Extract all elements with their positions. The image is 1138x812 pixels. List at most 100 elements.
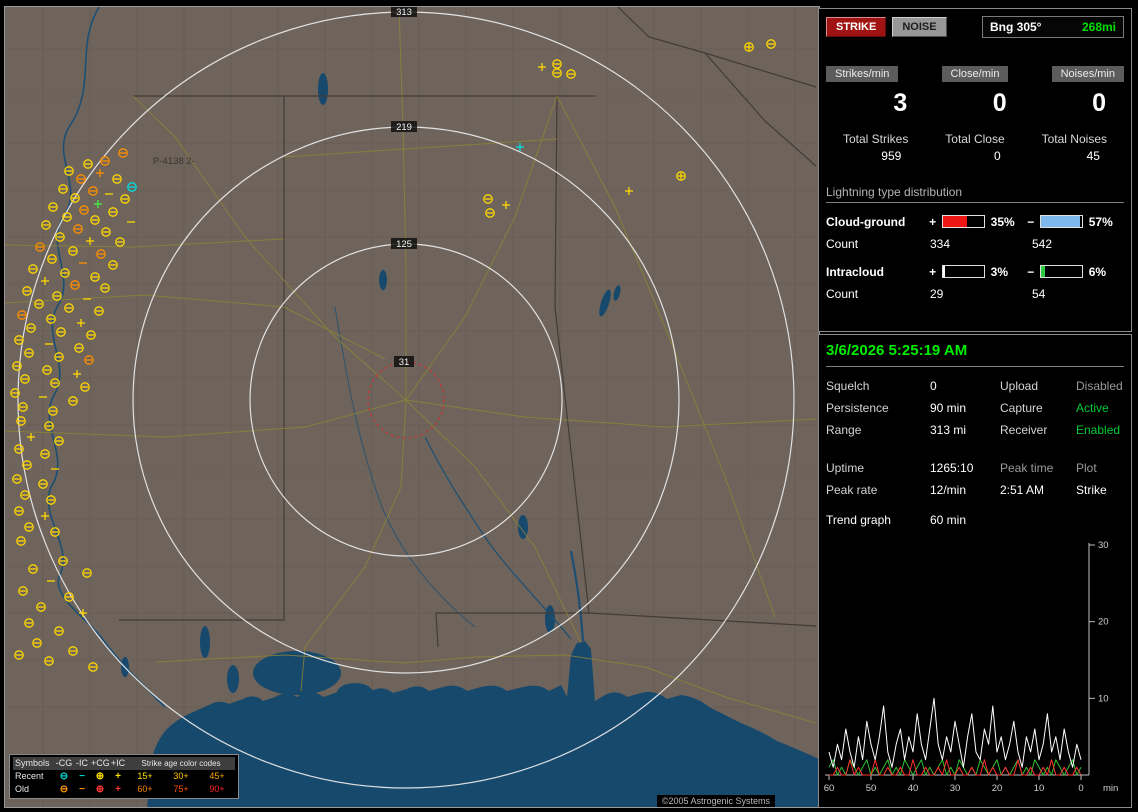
total-strikes-label: Total Strikes — [842, 131, 909, 146]
svg-text:20: 20 — [992, 783, 1003, 794]
cg-negative-pct: 57% — [1088, 214, 1113, 229]
trend-graph-label: Trend graph — [826, 513, 891, 527]
legend-old-label: Old — [15, 784, 30, 794]
map-legend: Symbols -CG -IC +CG +IC Strike age color… — [9, 754, 239, 799]
cloud-ground-label: Cloud-ground — [826, 214, 906, 229]
svg-text:313: 313 — [396, 7, 412, 18]
ic-negative-count: 54 — [1032, 286, 1046, 301]
svg-text:10: 10 — [1034, 783, 1045, 794]
old-neg-ic-icon: − — [79, 784, 85, 795]
plus-sign: + — [929, 214, 937, 229]
lightning-map[interactable]: 31 125 219 313 P-4138 2- Symbols -CG -IC +C… — [4, 6, 820, 808]
minus-sign: − — [1027, 214, 1035, 229]
svg-text:50: 50 — [866, 783, 877, 794]
old-pos-cg-icon: ⊕ — [95, 784, 105, 795]
receiver-label: Receiver — [1000, 423, 1048, 437]
range-label: Range — [826, 423, 862, 437]
svg-text:min: min — [1103, 783, 1118, 794]
age-75: 75+ — [173, 784, 189, 794]
strikes-per-min-chip: Strikes/min — [826, 66, 899, 82]
plot-value: Strike — [1076, 483, 1107, 497]
legend-symbols-header: Symbols — [13, 757, 55, 770]
svg-text:31: 31 — [399, 357, 410, 368]
trend-graph: 10 20 30 60 50 40 30 20 10 0 min — [824, 540, 1119, 794]
peak-time-label: Peak time — [1000, 461, 1054, 475]
age-15: 15+ — [137, 771, 153, 781]
svg-text:0: 0 — [1078, 783, 1083, 794]
squelch-label: Squelch — [826, 379, 870, 393]
svg-text:125: 125 — [396, 239, 412, 250]
ic-positive-count: 29 — [930, 286, 944, 301]
bearing-readout: Bng 305° 268mi — [982, 16, 1124, 38]
total-close-value: 0 — [993, 148, 1001, 163]
age-30: 30+ — [173, 771, 189, 781]
upload-status: Disabled — [1076, 379, 1123, 393]
distribution-title: Lightning type distribution — [826, 185, 1124, 203]
svg-text:10: 10 — [1098, 693, 1109, 704]
persistence-value: 90 min — [930, 401, 967, 415]
bearing-label: Bng 305° — [990, 20, 1042, 34]
recent-pos-cg-icon: ⊕ — [95, 771, 105, 782]
map-canvas: 31 125 219 313 P-4138 2- — [5, 7, 819, 807]
total-noises-value: 45 — [1086, 148, 1100, 163]
svg-text:20: 20 — [1098, 617, 1109, 628]
upload-label: Upload — [1000, 379, 1039, 393]
capture-status: Active — [1076, 401, 1109, 415]
divider — [826, 366, 1124, 367]
ic-positive-bar-fill — [942, 266, 945, 277]
recent-pos-ic-icon: + — [115, 771, 121, 782]
range-value: 313 mi — [930, 423, 967, 437]
cg-negative-bar — [1039, 215, 1083, 228]
squelch-value: 0 — [930, 379, 937, 393]
cg-positive-pct: 35% — [990, 214, 1015, 229]
cg-count-label: Count — [826, 236, 859, 251]
strike-toggle-button[interactable]: STRIKE — [826, 17, 887, 37]
minus-sign: − — [1027, 264, 1035, 279]
status-panel: 3/6/2026 5:25:19 AM Squelch 0 Upload Dis… — [818, 334, 1132, 808]
strikes-per-min-value: 3 — [893, 89, 908, 117]
old-neg-cg-icon: ⊖ — [59, 784, 69, 795]
peak-time-value: 2:51 AM — [1000, 483, 1045, 497]
cg-positive-count: 334 — [930, 236, 951, 251]
recent-neg-ic-icon: − — [79, 771, 85, 782]
legend-age-title: Strike age color codes — [127, 757, 235, 770]
map-text-labels: P-4138 2- — [153, 156, 195, 167]
total-noises-label: Total Noises — [1041, 131, 1107, 146]
svg-text:30: 30 — [950, 783, 961, 794]
legend-col-neg-cg: -CG — [55, 757, 73, 770]
close-per-min-chip: Close/min — [941, 66, 1009, 82]
total-close-label: Total Close — [945, 131, 1005, 146]
age-45: 45+ — [209, 771, 225, 781]
age-90: 90+ — [209, 784, 225, 794]
ic-positive-pct: 3% — [990, 264, 1008, 279]
svg-text:219: 219 — [396, 122, 412, 133]
svg-text:P-4138 2-: P-4138 2- — [153, 156, 195, 167]
ic-negative-bar-fill — [1040, 266, 1046, 277]
svg-text:30: 30 — [1098, 540, 1109, 551]
recent-neg-cg-icon: ⊖ — [59, 771, 69, 782]
trend-graph-window: 60 min — [930, 513, 967, 527]
uptime-label: Uptime — [826, 461, 865, 475]
persistence-label: Persistence — [826, 401, 889, 415]
peak-rate-label: Peak rate — [826, 483, 878, 497]
svg-text:60: 60 — [824, 783, 835, 794]
copyright-text: ©2005 Astrogenic Systems — [656, 795, 775, 807]
svg-text:40: 40 — [908, 783, 919, 794]
noise-toggle-button[interactable]: NOISE — [892, 17, 947, 37]
peak-rate-value: 12/min — [930, 483, 967, 497]
legend-recent-label: Recent — [15, 771, 44, 781]
close-per-min-value: 0 — [992, 89, 1007, 117]
plus-sign: + — [929, 264, 937, 279]
bearing-range-value: 268mi — [1081, 20, 1116, 34]
plot-label: Plot — [1076, 461, 1097, 475]
total-strikes-value: 959 — [881, 148, 902, 163]
cg-positive-bar-fill — [942, 216, 968, 227]
cg-negative-count: 542 — [1032, 236, 1053, 251]
intracloud-label: Intracloud — [826, 264, 885, 279]
capture-label: Capture — [1000, 401, 1043, 415]
ic-positive-bar — [941, 265, 985, 278]
strike-stats-panel: STRIKE NOISE Bng 305° 268mi Strikes/min … — [818, 8, 1132, 332]
cg-positive-bar — [941, 215, 985, 228]
uptime-value: 1265:10 — [930, 461, 974, 475]
ic-count-label: Count — [826, 286, 859, 301]
